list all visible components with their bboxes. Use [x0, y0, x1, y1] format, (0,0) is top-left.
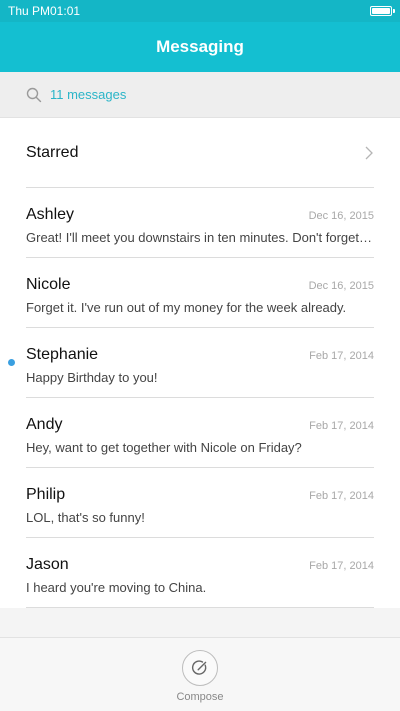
battery-icon: [370, 6, 395, 16]
message-item-philip[interactable]: Philip Feb 17, 2014 LOL, that's so funny…: [0, 468, 400, 538]
search-bar[interactable]: 11 messages: [0, 72, 400, 118]
message-preview: I heard you're moving to China.: [26, 580, 207, 595]
message-date: Feb 17, 2014: [309, 490, 374, 502]
message-preview: Happy Birthday to you!: [26, 370, 158, 385]
chevron-right-icon: [365, 146, 373, 160]
compose-button[interactable]: [182, 650, 218, 686]
starred-row[interactable]: Starred: [0, 118, 400, 188]
search-count-text: 11 messages: [50, 87, 127, 102]
message-item-ashley[interactable]: Ashley Dec 16, 2015 Great! I'll meet you…: [0, 188, 400, 258]
search-icon: [26, 87, 42, 102]
message-sender: Philip: [26, 486, 66, 503]
message-sender: Stephanie: [26, 346, 99, 363]
message-sender: Nicole: [26, 276, 71, 293]
message-date: Dec 16, 2015: [308, 210, 374, 222]
message-item-stephanie[interactable]: Stephanie Feb 17, 2014 Happy Birthday to…: [0, 328, 400, 398]
message-item-jason[interactable]: Jason Feb 17, 2014 I heard you're moving…: [0, 538, 400, 608]
message-date: Feb 17, 2014: [309, 350, 374, 362]
message-item-andy[interactable]: Andy Feb 17, 2014 Hey, want to get toget…: [0, 398, 400, 468]
message-date: Dec 16, 2015: [308, 280, 374, 292]
page-title: Messaging: [156, 37, 244, 56]
message-preview: Forget it. I've run out of my money for …: [26, 300, 347, 315]
status-bar: Thu PM01:01: [0, 0, 400, 22]
starred-label: Starred: [26, 144, 79, 161]
compose-icon: [191, 660, 207, 675]
message-preview: Great! I'll meet you downstairs in ten m…: [26, 230, 374, 245]
message-date: Feb 17, 2014: [309, 560, 374, 572]
message-date: Feb 17, 2014: [309, 420, 374, 432]
status-time: Thu PM01:01: [8, 4, 81, 18]
message-item-nicole[interactable]: Nicole Dec 16, 2015 Forget it. I've run …: [0, 258, 400, 328]
message-preview: LOL, that's so funny!: [26, 510, 145, 525]
message-sender: Jason: [26, 556, 69, 573]
compose-label: Compose: [176, 691, 224, 703]
divider: [26, 607, 374, 608]
app-header: Messaging: [0, 22, 400, 72]
message-sender: Ashley: [26, 206, 75, 223]
message-list: Starred Ashley Dec 16, 2015 Great! I'll …: [0, 118, 400, 608]
message-preview: Hey, want to get together with Nicole on…: [26, 440, 302, 455]
battery-fill: [372, 8, 390, 14]
bottom-bar: Compose: [0, 637, 400, 711]
unread-indicator: [8, 359, 15, 366]
message-sender: Andy: [26, 416, 63, 433]
